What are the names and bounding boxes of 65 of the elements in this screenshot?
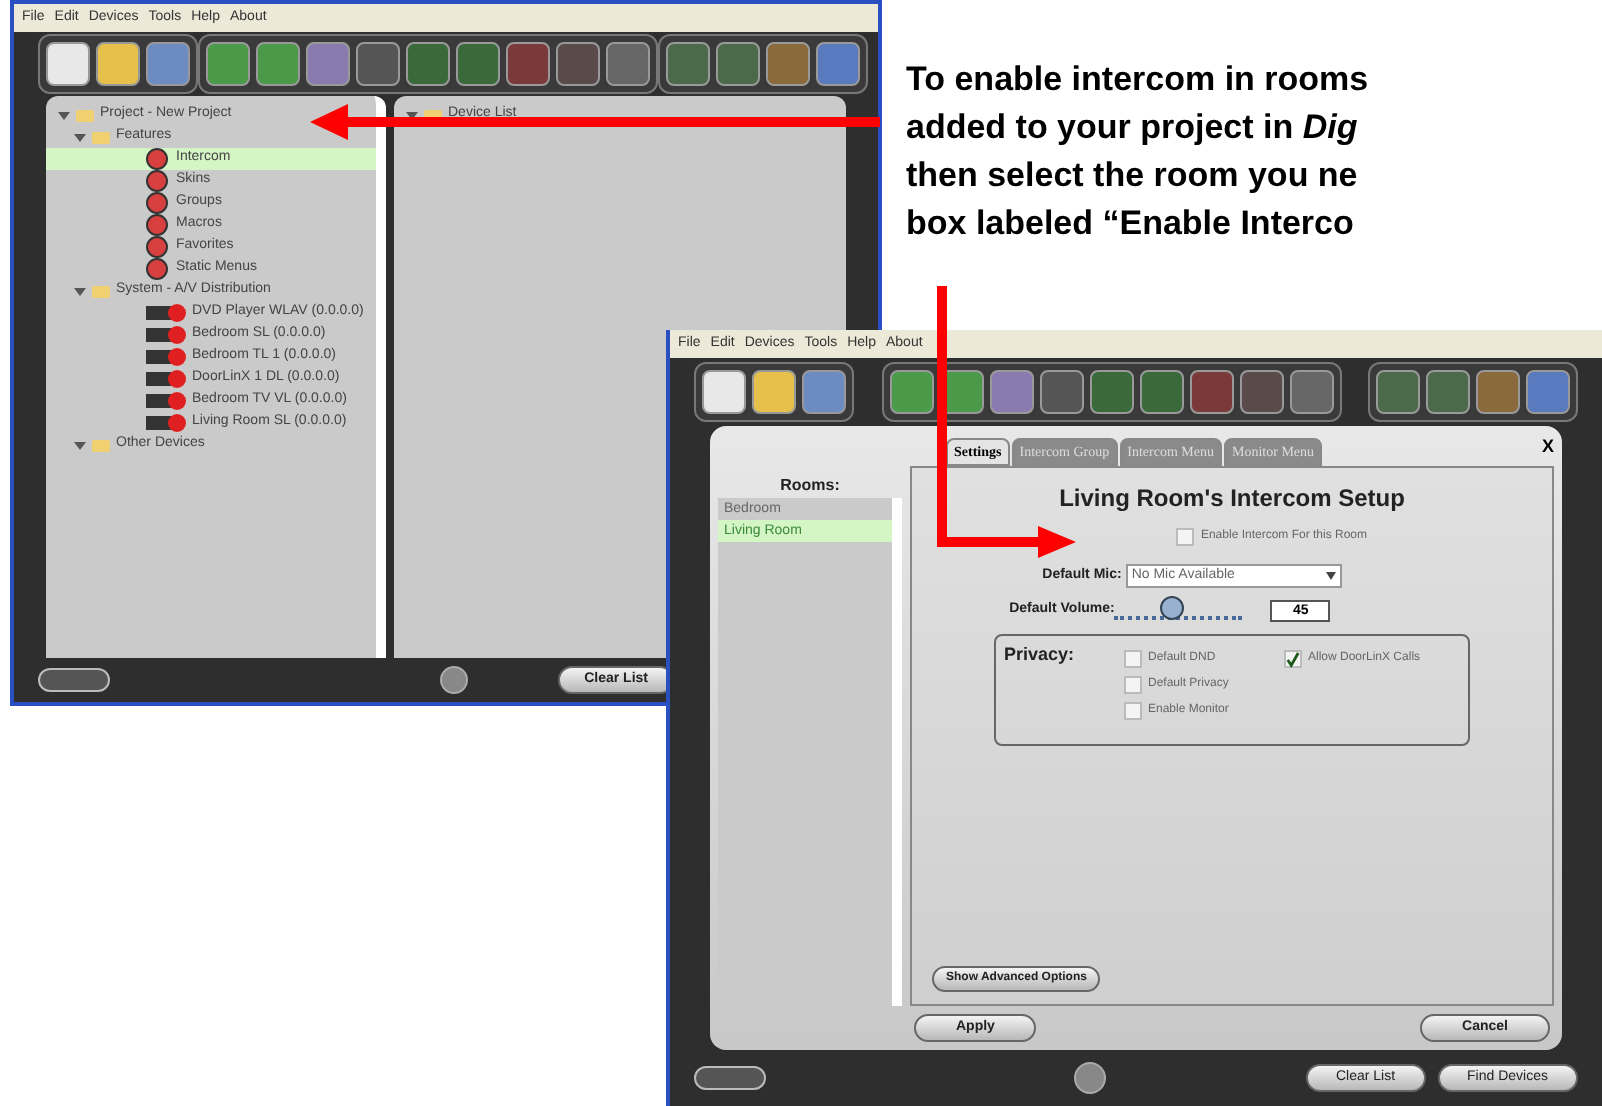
toolbar-icon[interactable] (206, 42, 250, 86)
toolbar-icon[interactable] (1526, 370, 1570, 414)
toolbar-icon[interactable] (716, 42, 760, 86)
toolbar-icon[interactable] (816, 42, 860, 86)
checkbox[interactable] (1124, 676, 1142, 694)
checkbox[interactable] (1284, 650, 1302, 668)
toolbar-icon[interactable] (306, 42, 350, 86)
feature-icon (146, 148, 168, 170)
volume-slider-thumb[interactable] (1160, 595, 1185, 619)
toolbar-icon[interactable] (1239, 370, 1283, 414)
round-button[interactable] (1074, 1062, 1106, 1094)
toolbar-icon[interactable] (1426, 370, 1470, 414)
toolbar-icon[interactable] (752, 370, 796, 414)
checkbox[interactable] (1124, 650, 1142, 668)
annotation-text: To enable intercom in rooms (906, 58, 1369, 102)
toolbar-icon[interactable] (1089, 370, 1133, 414)
toolbar-icon[interactable] (702, 370, 746, 414)
folder-icon (92, 285, 110, 297)
logo-icon (694, 1066, 766, 1090)
toolbar-icon[interactable] (1139, 370, 1183, 414)
device-error-icon (146, 370, 186, 388)
toolbar-icon[interactable] (889, 370, 933, 414)
device-error-icon (146, 348, 186, 366)
toolbar-icon[interactable] (666, 42, 710, 86)
toolbar-icon[interactable] (1189, 370, 1233, 414)
round-button[interactable] (440, 666, 469, 694)
toolbar-icon[interactable] (802, 370, 846, 414)
toolbar-icon[interactable] (46, 42, 90, 86)
annotation-text: added to your project in Dig (906, 106, 1360, 150)
toolbar-icon[interactable] (989, 370, 1033, 414)
device-error-icon (146, 326, 186, 344)
device-error-icon (146, 392, 186, 410)
toolbar-icon[interactable] (766, 42, 810, 86)
setup-title: Living Room's Intercom Setup (1059, 482, 1405, 516)
toolbar-icon[interactable] (1476, 370, 1520, 414)
folder-icon (92, 439, 110, 451)
checkbox[interactable] (1176, 528, 1195, 546)
feature-icon (146, 236, 168, 258)
close-button[interactable]: X (1541, 434, 1554, 461)
dropdown-arrow-icon (1325, 572, 1336, 580)
check-icon (1286, 651, 1300, 667)
feature-icon (146, 258, 168, 280)
checkbox[interactable] (1124, 702, 1142, 720)
toolbar-icon[interactable] (96, 42, 140, 86)
toolbar-icon[interactable] (256, 42, 300, 86)
device-error-icon (146, 304, 186, 322)
feature-icon (146, 192, 168, 214)
annotation-text: then select the room you ne (906, 154, 1360, 198)
toolbar-icon[interactable] (556, 42, 600, 86)
toolbar-icon[interactable] (1039, 370, 1083, 414)
toolbar-icon[interactable] (606, 42, 650, 86)
toolbar-icon[interactable] (146, 42, 190, 86)
toolbar-icon[interactable] (406, 42, 450, 86)
toolbar-icon[interactable] (506, 42, 550, 86)
device-error-icon (146, 414, 186, 432)
annotation-text: box labeled “Enable Interco (906, 202, 1356, 246)
toolbar-icon[interactable] (1289, 370, 1333, 414)
rooms-label: Rooms: (778, 474, 842, 498)
toolbar-icon[interactable] (456, 42, 500, 86)
toolbar-icon[interactable] (1376, 370, 1420, 414)
logo-icon (38, 668, 110, 692)
feature-icon (146, 214, 168, 236)
feature-icon (146, 170, 168, 192)
privacy-label: Privacy: (1004, 642, 1077, 668)
toolbar-icon[interactable] (356, 42, 400, 86)
